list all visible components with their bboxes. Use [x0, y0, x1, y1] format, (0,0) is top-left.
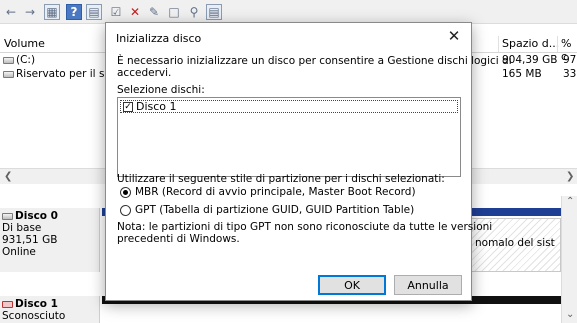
- gpt-option[interactable]: GPT (Tabella di partizione GUID, GUID Pa…: [120, 204, 414, 216]
- disk-item-label: Disco 1: [136, 100, 177, 113]
- disk-checkbox[interactable]: ✓: [123, 101, 133, 112]
- disk-0-label[interactable]: Disco 0 Di base 931,51 GB Online: [0, 208, 100, 272]
- disk-listbox[interactable]: ✓ Disco 1: [117, 97, 461, 177]
- mbr-option[interactable]: MBR (Record di avvio principale, Master …: [120, 186, 416, 198]
- partition-style-label: Utilizzare il seguente stile di partizio…: [117, 173, 445, 185]
- scroll-left-icon[interactable]: ❮: [4, 171, 12, 182]
- scroll-right-icon[interactable]: ❯: [566, 171, 574, 182]
- initialize-disk-dialog: Inizializza disco ✕ È necessario inizial…: [105, 22, 512, 301]
- disk-name: Disco 1: [15, 298, 58, 310]
- cancel-button[interactable]: Annulla: [394, 275, 462, 295]
- disk-type: Sconosciuto: [2, 310, 66, 322]
- intro-text-cont: accedervi.: [117, 67, 172, 79]
- mbr-label: MBR (Record di avvio principale, Master …: [135, 186, 416, 198]
- drive-icon: [3, 56, 14, 64]
- close-icon[interactable]: ✕: [445, 27, 463, 45]
- ok-button[interactable]: OK: [318, 275, 386, 295]
- note-text-cont: precedenti di Windows.: [117, 233, 240, 245]
- disk-status: Online: [2, 246, 36, 258]
- disk-type: Di base: [2, 222, 42, 234]
- select-disks-label: Selezione dischi:: [117, 84, 205, 96]
- gpt-radio[interactable]: [120, 204, 131, 216]
- drive-icon: [3, 70, 14, 78]
- mbr-radio[interactable]: [120, 186, 131, 198]
- volume-name: Riservato per il sis: [16, 68, 113, 80]
- console-tree-icon[interactable]: ▦: [44, 4, 60, 20]
- scroll-up-icon[interactable]: ⌃: [566, 196, 574, 207]
- vertical-scrollbar[interactable]: ⌃ ⌄: [561, 196, 577, 323]
- folder-open-icon[interactable]: □: [166, 4, 182, 20]
- partition-label: nomalo del sist: [475, 237, 555, 249]
- search-icon[interactable]: ⚲: [186, 4, 202, 20]
- column-divider[interactable]: [498, 36, 499, 52]
- note-text: Nota: le partizioni di tipo GPT non sono…: [117, 221, 493, 233]
- gpt-label: GPT (Tabella di partizione GUID, GUID Pa…: [135, 204, 415, 216]
- forward-arrow-icon[interactable]: →: [22, 4, 38, 20]
- disk-icon: [2, 212, 13, 220]
- volume-name: (C:): [16, 54, 36, 66]
- volume-percent: 97: [563, 54, 577, 66]
- column-divider[interactable]: [557, 36, 558, 52]
- properties-sheet-icon[interactable]: ✎: [146, 4, 162, 20]
- scroll-down-icon[interactable]: ⌄: [566, 309, 574, 320]
- delete-icon[interactable]: ✕: [127, 4, 143, 20]
- dialog-title: Inizializza disco: [116, 32, 202, 45]
- help-icon[interactable]: ?: [66, 4, 82, 20]
- volume-percent: 33: [563, 68, 577, 80]
- properties-icon[interactable]: ▤: [86, 4, 102, 20]
- disk-name: Disco 0: [15, 210, 58, 222]
- check-icon[interactable]: ☑: [108, 4, 124, 20]
- list-item[interactable]: ✓ Disco 1: [120, 100, 458, 113]
- disk-1-label[interactable]: Disco 1 Sconosciuto: [0, 296, 100, 323]
- intro-text: È necessario inizializzare un disco per …: [117, 55, 512, 67]
- column-header-volume[interactable]: Volume: [4, 37, 45, 50]
- disk-unknown-icon: [2, 300, 13, 308]
- column-header-space[interactable]: Spazio d...: [502, 37, 559, 50]
- disk-size: 931,51 GB: [2, 234, 58, 246]
- back-arrow-icon[interactable]: ←: [3, 4, 19, 20]
- disk-list-icon[interactable]: ▤: [206, 4, 222, 20]
- toolbar: ← → ▦ ? ▤ ☑ ✕ ✎ □ ⚲ ▤: [0, 0, 577, 24]
- volume-space: 165 MB: [502, 68, 542, 80]
